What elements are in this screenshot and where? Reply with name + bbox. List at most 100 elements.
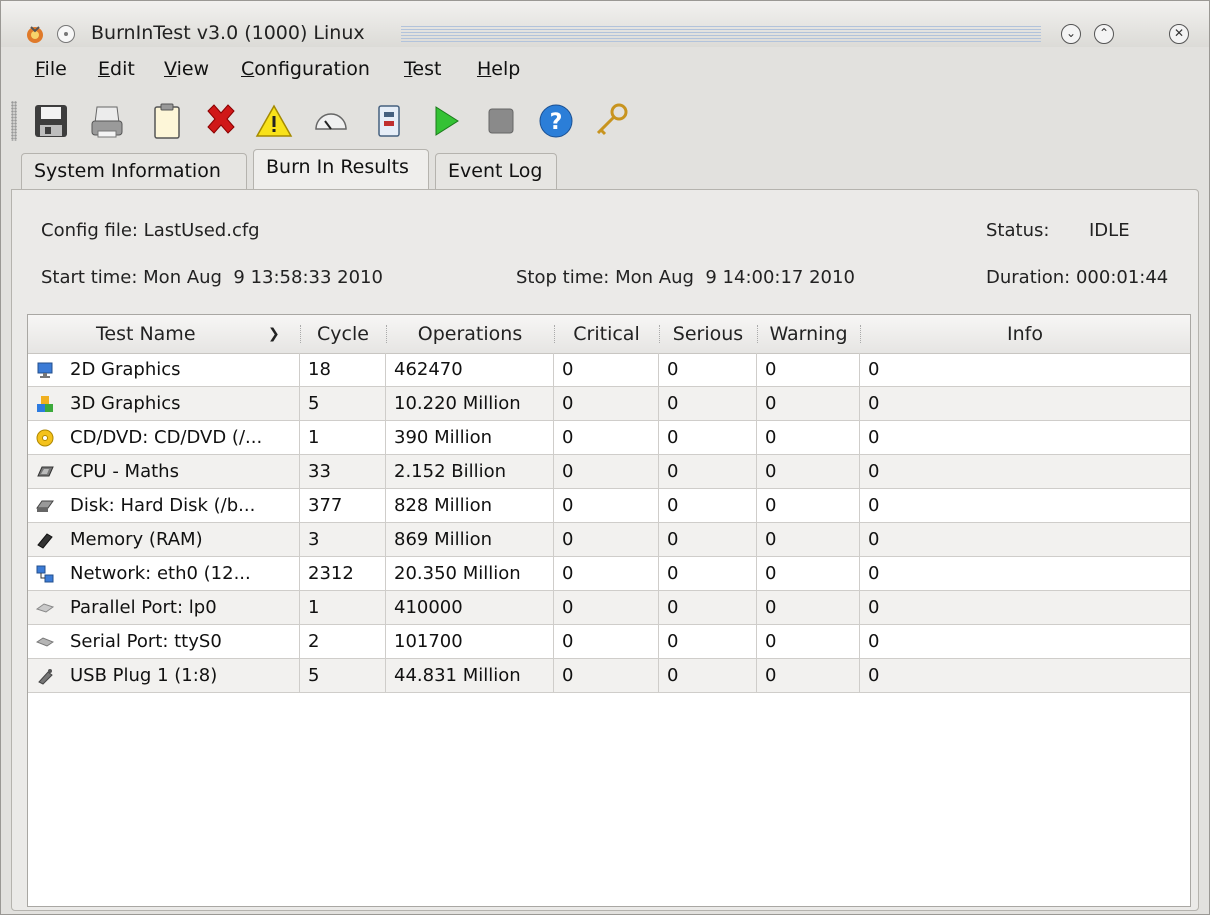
menu-edit-label: dit bbox=[110, 58, 135, 80]
menu-edit-accel: E bbox=[98, 58, 111, 80]
usb-plug-icon bbox=[38, 669, 53, 685]
cell-cycle: 1 bbox=[300, 591, 386, 625]
title-bar[interactable]: BurnInTest v3.0 (1000) Linux ⌄ ⌃ ✕ bbox=[1, 1, 1209, 47]
cell-operations: 10.220 Million bbox=[386, 387, 554, 421]
cell-serious: 0 bbox=[659, 455, 757, 489]
tab-burn-in-results[interactable]: Burn In Results bbox=[253, 149, 429, 189]
cell-test-name: Network: eth0 (12... bbox=[28, 557, 300, 591]
monitor-icon bbox=[37, 362, 53, 378]
table-row[interactable]: Network: eth0 (12... 2312 20.350 Million 0 0… bbox=[28, 557, 1190, 591]
cell-info: 0 bbox=[868, 427, 880, 448]
cell-warning: 0 bbox=[757, 387, 860, 421]
title-decoration bbox=[401, 26, 1041, 42]
checklist-icon[interactable] bbox=[369, 101, 409, 141]
column-header-test-name-label: Test Name bbox=[96, 323, 196, 345]
cell-operations: 390 Million bbox=[386, 421, 554, 455]
stop-icon[interactable] bbox=[481, 101, 521, 141]
speedometer-icon[interactable] bbox=[311, 101, 351, 141]
results-table[interactable]: Test Name ❯ Cycle Operations Critical Ser… bbox=[27, 314, 1191, 907]
menu-view-label: iew bbox=[176, 58, 210, 80]
cell-operations: 828 Million bbox=[386, 489, 554, 523]
close-button[interactable]: ✕ bbox=[1169, 24, 1189, 44]
tab-system-information[interactable]: System Information bbox=[21, 153, 247, 189]
serial-port-icon bbox=[36, 637, 54, 647]
parallel-port-icon bbox=[36, 603, 54, 613]
menu-help[interactable]: Help bbox=[477, 58, 520, 80]
cell-warning: 0 bbox=[757, 455, 860, 489]
column-header-warning[interactable]: Warning bbox=[757, 315, 860, 353]
cell-critical: 0 bbox=[554, 523, 659, 557]
column-header-test-name[interactable]: Test Name ❯ bbox=[28, 315, 300, 353]
column-header-operations[interactable]: Operations bbox=[386, 315, 554, 353]
column-header-cycle[interactable]: Cycle bbox=[300, 315, 386, 353]
cell-cycle: 5 bbox=[300, 659, 386, 693]
menu-file-label: ile bbox=[44, 58, 67, 80]
table-row[interactable]: Serial Port: ttyS0 2 101700 0 0 0 0 bbox=[28, 625, 1190, 659]
test-name-text: CD/DVD: CD/DVD (/... bbox=[70, 427, 263, 448]
cell-cycle: 2 bbox=[300, 625, 386, 659]
burnintest-logo-icon[interactable] bbox=[25, 24, 45, 44]
tab-burn-in-results-label: Burn In Results bbox=[266, 156, 409, 178]
cell-critical: 0 bbox=[554, 659, 659, 693]
menu-help-label: elp bbox=[491, 58, 521, 80]
cell-operations: 20.350 Million bbox=[386, 557, 554, 591]
table-row[interactable]: 2D Graphics 18 462470 0 0 0 0 bbox=[28, 353, 1190, 387]
menu-help-accel: H bbox=[477, 58, 492, 80]
toolbar-grip[interactable] bbox=[11, 101, 17, 141]
table-row[interactable]: Disk: Hard Disk (/b... 377 828 Million 0 0 0 0 bbox=[28, 489, 1190, 523]
svg-text:?: ? bbox=[550, 110, 563, 135]
config-file-label: Config file: LastUsed.cfg bbox=[41, 220, 260, 241]
cell-serious: 0 bbox=[659, 353, 757, 387]
key-icon[interactable] bbox=[591, 101, 631, 141]
tab-event-log[interactable]: Event Log bbox=[435, 153, 557, 189]
cell-warning: 0 bbox=[757, 523, 860, 557]
printer-icon[interactable] bbox=[87, 101, 127, 141]
minimize-button[interactable]: ⌄ bbox=[1061, 24, 1081, 44]
menu-test[interactable]: Test bbox=[404, 58, 441, 80]
cell-critical: 0 bbox=[554, 591, 659, 625]
menu-file[interactable]: File bbox=[35, 58, 67, 80]
table-row[interactable]: CPU - Maths 33 2.152 Billion 0 0 0 0 bbox=[28, 455, 1190, 489]
cd-icon bbox=[36, 429, 54, 447]
delete-icon[interactable] bbox=[201, 101, 241, 141]
menu-file-accel: F bbox=[35, 58, 45, 80]
menu-configuration[interactable]: Configuration bbox=[241, 58, 370, 80]
table-row[interactable]: Memory (RAM) 3 869 Million 0 0 0 0 bbox=[28, 523, 1190, 557]
window-menu-button[interactable] bbox=[57, 25, 75, 43]
test-name-text: Parallel Port: lp0 bbox=[70, 597, 217, 618]
sort-descending-icon[interactable]: ❯ bbox=[268, 315, 280, 353]
cell-operations: 101700 bbox=[386, 625, 554, 659]
cell-critical: 0 bbox=[554, 387, 659, 421]
cell-serious: 0 bbox=[659, 489, 757, 523]
help-icon[interactable]: ? bbox=[536, 101, 576, 141]
harddisk-icon bbox=[36, 500, 54, 512]
maximize-button[interactable]: ⌃ bbox=[1094, 24, 1114, 44]
warning-icon[interactable] bbox=[254, 101, 294, 141]
test-name-text: USB Plug 1 (1:8) bbox=[70, 665, 218, 686]
column-header-serious[interactable]: Serious bbox=[659, 315, 757, 353]
play-icon[interactable] bbox=[426, 101, 466, 141]
table-row[interactable]: 3D Graphics 5 10.220 Million 0 0 0 0 bbox=[28, 387, 1190, 421]
cell-critical: 0 bbox=[554, 421, 659, 455]
table-row[interactable]: USB Plug 1 (1:8) 5 44.831 Million 0 0 0 0 bbox=[28, 659, 1190, 693]
menu-test-label: est bbox=[412, 58, 442, 80]
cell-cycle: 33 bbox=[300, 455, 386, 489]
save-icon[interactable] bbox=[31, 101, 71, 141]
cell-warning: 0 bbox=[757, 659, 860, 693]
table-row[interactable]: CD/DVD: CD/DVD (/... 1 390 Million 0 0 0 0 bbox=[28, 421, 1190, 455]
status-label: Status: bbox=[986, 220, 1050, 241]
column-header-critical[interactable]: Critical bbox=[554, 315, 659, 353]
column-header-info[interactable]: Info bbox=[860, 315, 1190, 353]
menu-view[interactable]: View bbox=[164, 58, 209, 80]
app-window: BurnInTest v3.0 (1000) Linux ⌄ ⌃ ✕ File … bbox=[0, 0, 1210, 915]
cell-test-name: Disk: Hard Disk (/b... bbox=[28, 489, 300, 523]
table-row[interactable]: Parallel Port: lp0 1 410000 0 0 0 0 bbox=[28, 591, 1190, 625]
cpu-icon bbox=[37, 466, 54, 477]
cubes-icon bbox=[37, 396, 53, 412]
clipboard-icon[interactable] bbox=[147, 101, 187, 141]
cell-test-name: Parallel Port: lp0 bbox=[28, 591, 300, 625]
cell-info: 0 bbox=[868, 665, 880, 686]
menu-edit[interactable]: Edit bbox=[98, 58, 135, 80]
cell-warning: 0 bbox=[757, 353, 860, 387]
memory-icon bbox=[37, 533, 53, 549]
